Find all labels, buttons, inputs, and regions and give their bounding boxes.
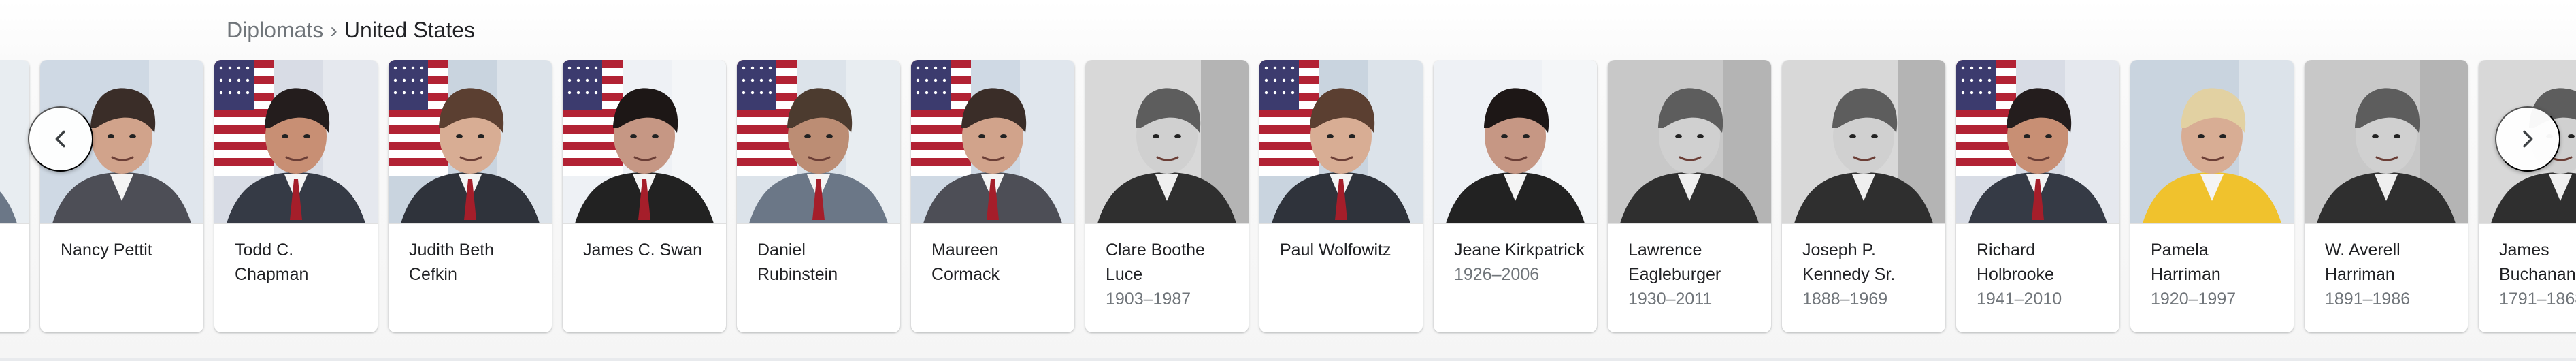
- carousel-track: Nancy Pettit Todd C. Chapman Judith Beth…: [0, 60, 2576, 332]
- diplomat-name: Lawrence Eagleburger: [1628, 240, 1721, 284]
- diplomat-years: 1926–2006: [1454, 265, 1540, 284]
- diplomat-photo-container: [563, 60, 726, 224]
- breadcrumb-separator-icon: ›: [330, 18, 337, 42]
- diplomat-card[interactable]: Jeane Kirkpatrick 1926–2006: [1434, 60, 1597, 332]
- diplomat-years: 1930–2011: [1628, 289, 1713, 309]
- diplomat-name: W. Averell Harriman: [2325, 240, 2400, 284]
- breadcrumb-current: United States: [344, 18, 476, 42]
- breadcrumb: Diplomats › United States: [227, 14, 475, 46]
- diplomat-card[interactable]: James C. Swan: [563, 60, 726, 332]
- diplomat-card-meta: W. Averell Harriman 1891–1986: [2305, 224, 2468, 311]
- people-carousel-page: Diplomats › United States Nancy Pettit T…: [0, 0, 2576, 361]
- diplomat-card-meta: Joseph P. Kennedy Sr. 1888–1969: [1782, 224, 1945, 311]
- diplomat-photo: [2305, 60, 2468, 223]
- diplomat-card-meta: Clare Boothe Luce 1903–1987: [1085, 224, 1249, 311]
- diplomat-name: Maureen Cormack: [931, 240, 1000, 284]
- diplomat-card[interactable]: W. Averell Harriman 1891–1986: [2305, 60, 2468, 332]
- diplomat-name: Nancy Pettit: [61, 240, 152, 260]
- diplomat-photo-container: [2305, 60, 2468, 224]
- chevron-right-icon: [2523, 130, 2533, 148]
- diplomat-years: 1891–1986: [2325, 289, 2411, 309]
- previous-button[interactable]: [28, 106, 93, 172]
- diplomat-photo-container: [214, 60, 378, 224]
- diplomat-years: 1791–1868: [2499, 289, 2576, 309]
- diplomat-card-meta: Daniel Rubinstein: [737, 224, 900, 287]
- diplomat-card[interactable]: Judith Beth Cefkin: [389, 60, 552, 332]
- diplomat-card[interactable]: [0, 60, 29, 332]
- diplomat-card-meta: Paul Wolfowitz: [1259, 224, 1423, 262]
- diplomat-card[interactable]: Clare Boothe Luce 1903–1987: [1085, 60, 1249, 332]
- diplomat-card[interactable]: Maureen Cormack: [911, 60, 1074, 332]
- diplomat-years: 1941–2010: [1977, 289, 2062, 309]
- diplomat-photo: [214, 60, 378, 223]
- diplomat-photo-container: [1259, 60, 1423, 224]
- diplomat-card-meta: James C. Swan: [563, 224, 726, 262]
- diplomat-years: 1903–1987: [1106, 289, 1191, 309]
- diplomat-photo: [389, 60, 552, 223]
- diplomat-photo: [1956, 60, 2119, 223]
- diplomat-photo: [563, 60, 726, 223]
- diplomat-card-meta: James Buchanan 1791–1868: [2479, 224, 2576, 311]
- diplomat-card[interactable]: Nancy Pettit: [40, 60, 203, 332]
- diplomat-card-meta: Jeane Kirkpatrick 1926–2006: [1434, 224, 1597, 287]
- diplomat-card-meta: Judith Beth Cefkin: [389, 224, 552, 287]
- diplomat-photo: [0, 60, 29, 223]
- diplomat-card-meta: Nancy Pettit: [40, 224, 203, 262]
- diplomat-photo-container: [1608, 60, 1771, 224]
- diplomat-photo-container: [1782, 60, 1945, 224]
- diplomat-name: Todd C. Chapman: [235, 240, 309, 284]
- diplomat-years: 1888–1969: [1802, 289, 1888, 309]
- diplomat-name: Paul Wolfowitz: [1280, 240, 1391, 260]
- diplomat-photo: [1782, 60, 1945, 223]
- diplomat-photo: [2130, 60, 2294, 223]
- diplomat-name: Jeane Kirkpatrick: [1454, 240, 1585, 260]
- diplomat-name: James C. Swan: [583, 240, 703, 260]
- diplomat-card-meta: [0, 224, 29, 238]
- diplomat-card-meta: Lawrence Eagleburger 1930–2011: [1608, 224, 1771, 311]
- diplomat-card[interactable]: Paul Wolfowitz: [1259, 60, 1423, 332]
- diplomat-photo-container: [2130, 60, 2294, 224]
- diplomat-photo-container: [0, 60, 29, 224]
- diplomat-photo: [1085, 60, 1249, 223]
- diplomat-photo-container: [389, 60, 552, 224]
- section-divider: [0, 358, 2576, 361]
- diplomat-photo-container: [911, 60, 1074, 224]
- diplomat-card-meta: Richard Holbrooke 1941–2010: [1956, 224, 2119, 311]
- diplomat-card[interactable]: Daniel Rubinstein: [737, 60, 900, 332]
- diplomat-photo: [1259, 60, 1423, 223]
- diplomat-card-meta: Maureen Cormack: [911, 224, 1074, 287]
- diplomat-name: Daniel Rubinstein: [757, 240, 838, 284]
- diplomat-photo-container: [1085, 60, 1249, 224]
- diplomat-card[interactable]: James Buchanan 1791–1868: [2479, 60, 2576, 332]
- diplomat-photo-container: [1434, 60, 1597, 224]
- diplomat-card[interactable]: Joseph P. Kennedy Sr. 1888–1969: [1782, 60, 1945, 332]
- next-button[interactable]: [2495, 106, 2560, 172]
- diplomat-name: Richard Holbrooke: [1977, 240, 2054, 284]
- diplomat-card[interactable]: Todd C. Chapman: [214, 60, 378, 332]
- diplomat-card[interactable]: Richard Holbrooke 1941–2010: [1956, 60, 2119, 332]
- diplomat-years: 1920–1997: [2151, 289, 2236, 309]
- diplomat-name: Clare Boothe Luce: [1106, 240, 1205, 284]
- chevron-left-icon: [55, 130, 65, 148]
- diplomat-photo-container: [737, 60, 900, 224]
- diplomat-photo-container: [1956, 60, 2119, 224]
- diplomat-carousel: Nancy Pettit Todd C. Chapman Judith Beth…: [0, 60, 2576, 343]
- diplomat-name: Pamela Harriman: [2151, 240, 2221, 284]
- diplomat-photo: [1608, 60, 1771, 223]
- diplomat-name: Joseph P. Kennedy Sr.: [1802, 240, 1896, 284]
- diplomat-name: James Buchanan: [2499, 240, 2576, 284]
- diplomat-card[interactable]: Pamela Harriman 1920–1997: [2130, 60, 2294, 332]
- breadcrumb-parent-link[interactable]: Diplomats: [227, 19, 323, 41]
- diplomat-photo: [911, 60, 1074, 223]
- diplomat-card-meta: Todd C. Chapman: [214, 224, 378, 287]
- diplomat-photo: [737, 60, 900, 223]
- diplomat-photo: [1434, 60, 1597, 223]
- diplomat-card[interactable]: Lawrence Eagleburger 1930–2011: [1608, 60, 1771, 332]
- diplomat-card-meta: Pamela Harriman 1920–1997: [2130, 224, 2294, 311]
- diplomat-name: Judith Beth Cefkin: [409, 240, 495, 284]
